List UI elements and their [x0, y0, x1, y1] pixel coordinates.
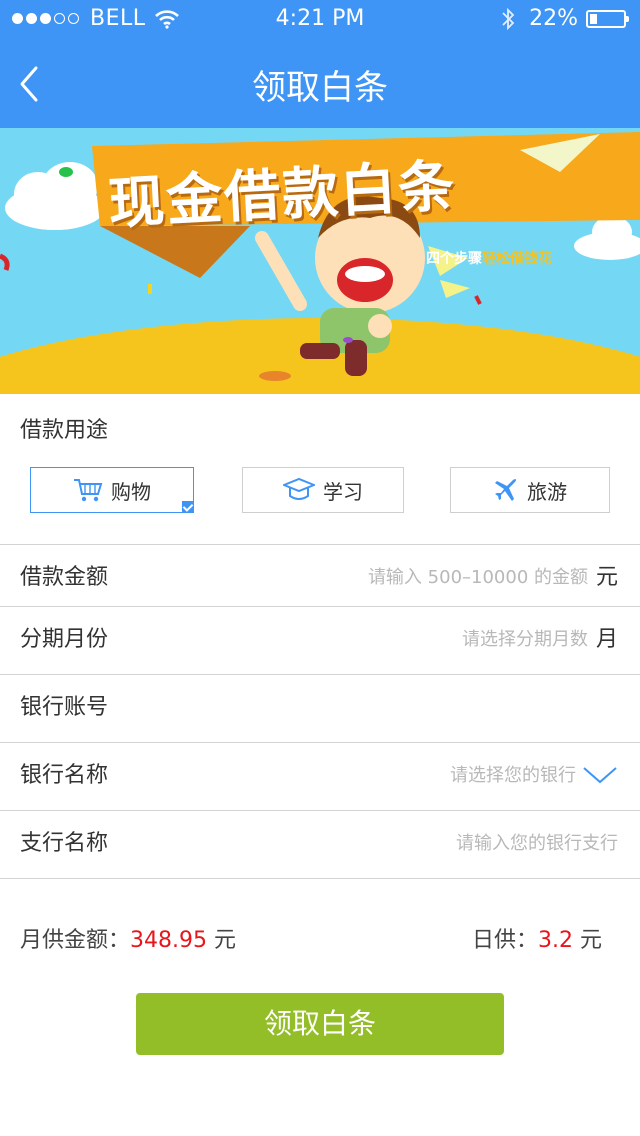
branch-input[interactable]: 请输入您的银行支行	[456, 811, 618, 877]
branch-label: 支行名称	[20, 831, 109, 856]
months-select[interactable]: 请选择分期月数	[462, 607, 588, 673]
account-row[interactable]: 银行账号	[0, 675, 640, 741]
promo-banner[interactable]: 现金借款白条 四个步骤轻松借钱花	[0, 128, 640, 394]
tagline-yellow: 轻松借钱花	[482, 251, 552, 267]
banner-tagline: 四个步骤轻松借钱花	[426, 248, 552, 268]
bank-name-row[interactable]: 银行名称 请选择您的银行	[0, 743, 640, 809]
amount-input[interactable]: 请输入 500–10000 的金额	[368, 545, 588, 611]
amount-unit: 元	[595, 565, 618, 590]
months-row[interactable]: 分期月份 请选择分期月数 月	[0, 607, 640, 673]
purpose-option-study[interactable]: 学习	[242, 467, 404, 513]
monthly-payment-unit: 元	[214, 928, 237, 953]
purpose-option-label: 购物	[111, 479, 151, 504]
battery-icon	[586, 9, 629, 28]
status-bar: BELL 4:21 PM 22%	[0, 0, 640, 40]
purpose-label: 借款用途	[20, 418, 109, 443]
bank-name-select[interactable]: 请选择您的银行	[450, 743, 576, 809]
account-input[interactable]	[150, 683, 618, 735]
daily-payment-unit: 元	[579, 928, 602, 953]
account-label: 银行账号	[20, 695, 109, 720]
daily-payment-value: 3.2	[537, 928, 573, 953]
graduation-cap-icon	[283, 477, 315, 500]
daily-payment: 日供：3.2 元	[472, 922, 602, 954]
bluetooth-icon	[502, 7, 515, 30]
battery-level	[590, 13, 597, 24]
selected-check-icon	[182, 501, 194, 513]
daily-payment-label: 日供：	[471, 928, 538, 953]
status-right: 22%	[501, 6, 629, 31]
bank-name-label: 银行名称	[20, 763, 109, 788]
purpose-option-travel[interactable]: 旅游	[450, 467, 610, 513]
monthly-payment-value: 348.95	[130, 928, 207, 953]
nav-bar: 领取白条	[0, 40, 640, 128]
amount-label: 借款金额	[20, 565, 109, 590]
purpose-option-shopping[interactable]: 购物	[30, 467, 194, 513]
months-label: 分期月份	[20, 627, 109, 652]
tagline-white: 四个步骤	[426, 251, 482, 267]
submit-button[interactable]: 领取白条	[136, 993, 504, 1055]
purpose-option-label: 学习	[323, 479, 363, 504]
amount-row[interactable]: 借款金额 请输入 500–10000 的金额 元	[0, 545, 640, 611]
header: BELL 4:21 PM 22% 领取白条	[0, 0, 640, 128]
chevron-down-icon[interactable]	[582, 765, 618, 785]
purpose-option-label: 旅游	[527, 479, 567, 504]
page-title: 领取白条	[252, 68, 388, 108]
divider	[0, 878, 640, 879]
shopping-cart-icon	[74, 479, 103, 502]
months-unit: 月	[595, 627, 618, 652]
airplane-icon	[495, 479, 516, 501]
monthly-payment-label: 月供金额：	[20, 928, 131, 953]
monthly-payment: 月供金额：348.95 元	[20, 922, 236, 954]
branch-row[interactable]: 支行名称 请输入您的银行支行	[0, 811, 640, 877]
battery-percent: 22%	[529, 6, 578, 31]
